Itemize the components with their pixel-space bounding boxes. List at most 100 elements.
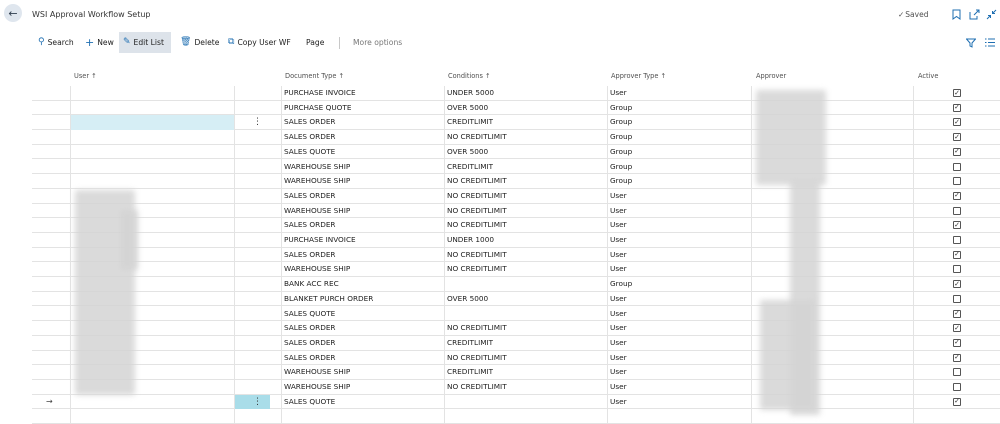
active-checkbox[interactable] [953, 177, 961, 186]
approver-type-cell[interactable]: User [610, 292, 627, 307]
list-view-icon[interactable] [985, 36, 995, 49]
table-row[interactable]: SALES QUOTE OVER 5000 Group ✓ [32, 145, 1000, 160]
active-checkbox[interactable]: ✓ [953, 397, 961, 406]
conditions-cell[interactable]: NO CREDITLIMIT [447, 262, 507, 277]
table-row[interactable]: ⋮ SALES ORDER CREDITLIMIT Group ✓ [32, 115, 1000, 131]
column-header-approver[interactable]: Approver [756, 72, 786, 80]
document-type-cell[interactable]: WAREHOUSE SHIP [284, 174, 350, 189]
approver-type-cell[interactable]: Group [610, 174, 632, 189]
approver-type-cell[interactable]: User [610, 321, 627, 336]
document-type-cell[interactable]: SALES ORDER [284, 218, 336, 233]
document-type-cell[interactable]: SALES QUOTE [284, 145, 335, 160]
approver-type-cell[interactable]: User [610, 189, 627, 204]
approver-type-cell[interactable]: User [610, 307, 627, 322]
conditions-cell[interactable]: NO CREDITLIMIT [447, 130, 507, 145]
approver-type-cell[interactable]: User [610, 365, 627, 380]
document-type-cell[interactable]: WAREHOUSE SHIP [284, 204, 350, 219]
approver-type-cell[interactable]: User [610, 233, 627, 248]
table-row[interactable]: WAREHOUSE SHIP CREDITLIMIT User [32, 365, 1000, 380]
document-type-cell[interactable]: PURCHASE INVOICE [284, 233, 356, 248]
approver-type-cell[interactable]: Group [610, 145, 632, 160]
active-checkbox[interactable] [953, 383, 961, 391]
approver-type-cell[interactable]: User [610, 395, 627, 410]
active-checkbox[interactable]: ✓ [953, 133, 961, 142]
document-type-cell[interactable]: SALES ORDER [284, 321, 336, 336]
approver-type-cell[interactable]: User [610, 380, 627, 395]
table-row[interactable]: SALES ORDER NO CREDITLIMIT User ✓ [32, 248, 1000, 263]
document-type-cell[interactable]: SALES ORDER [284, 130, 336, 145]
conditions-cell[interactable]: NO CREDITLIMIT [447, 204, 507, 219]
document-type-cell[interactable]: WAREHOUSE SHIP [284, 365, 350, 380]
empty-row[interactable] [32, 409, 1000, 424]
conditions-cell[interactable]: NO CREDITLIMIT [447, 351, 507, 366]
column-header-document-type[interactable]: Document Type ↑ [285, 72, 344, 80]
open-in-new-window-icon[interactable] [968, 8, 980, 20]
active-checkbox[interactable]: ✓ [953, 147, 961, 156]
active-checkbox[interactable]: ✓ [953, 309, 961, 318]
conditions-cell[interactable]: CREDITLIMIT [447, 160, 493, 175]
table-row[interactable]: SALES ORDER NO CREDITLIMIT Group ✓ [32, 130, 1000, 145]
column-header-conditions[interactable]: Conditions ↑ [448, 72, 491, 80]
column-header-active[interactable]: Active [918, 72, 938, 80]
approver-type-cell[interactable]: User [610, 86, 627, 101]
conditions-cell[interactable]: UNDER 5000 [447, 86, 494, 101]
active-checkbox[interactable] [953, 162, 961, 171]
bookmark-icon[interactable] [950, 8, 962, 20]
delete-button[interactable]: 🗑 Delete [176, 32, 223, 53]
table-row[interactable]: SALES ORDER NO CREDITLIMIT User ✓ [32, 351, 1000, 366]
active-checkbox[interactable]: ✓ [953, 280, 961, 289]
table-row[interactable]: SALES ORDER NO CREDITLIMIT User ✓ [32, 189, 1000, 204]
table-row[interactable]: SALES ORDER CREDITLIMIT User ✓ [32, 336, 1000, 351]
more-vertical-icon[interactable]: ⋮ [234, 395, 281, 410]
table-row[interactable]: SALES ORDER NO CREDITLIMIT User ✓ [32, 218, 1000, 233]
conditions-cell[interactable]: NO CREDITLIMIT [447, 189, 507, 204]
conditions-cell[interactable]: CREDITLIMIT [447, 115, 493, 130]
conditions-cell[interactable]: NO CREDITLIMIT [447, 218, 507, 233]
new-button[interactable]: + New [81, 32, 118, 53]
approver-type-cell[interactable]: Group [610, 160, 632, 175]
conditions-cell[interactable]: NO CREDITLIMIT [447, 248, 507, 263]
conditions-cell[interactable]: OVER 5000 [447, 145, 488, 160]
more-options-button[interactable]: More options [349, 32, 406, 53]
conditions-cell[interactable]: CREDITLIMIT [447, 336, 493, 351]
approver-type-cell[interactable]: Group [610, 277, 632, 292]
document-type-cell[interactable]: WAREHOUSE SHIP [284, 380, 350, 395]
document-type-cell[interactable]: SALES ORDER [284, 115, 336, 130]
active-checkbox[interactable] [953, 206, 961, 215]
active-checkbox[interactable] [953, 265, 961, 274]
active-checkbox[interactable] [953, 236, 961, 244]
table-row[interactable]: WAREHOUSE SHIP CREDITLIMIT Group [32, 160, 1000, 175]
active-checkbox[interactable] [953, 368, 961, 377]
table-row[interactable]: WAREHOUSE SHIP NO CREDITLIMIT User [32, 262, 1000, 278]
filter-icon[interactable] [966, 36, 976, 49]
document-type-cell[interactable]: SALES ORDER [284, 189, 336, 204]
back-button[interactable]: ← [4, 4, 22, 22]
conditions-cell[interactable]: NO CREDITLIMIT [447, 321, 507, 336]
active-checkbox[interactable]: ✓ [953, 191, 961, 200]
table-row[interactable]: SALES QUOTE User ✓ [32, 307, 1000, 322]
document-type-cell[interactable]: BLANKET PURCH ORDER [284, 292, 373, 307]
approver-type-cell[interactable]: Group [610, 101, 632, 116]
conditions-cell[interactable]: NO CREDITLIMIT [447, 174, 507, 189]
table-row[interactable]: PURCHASE QUOTE OVER 5000 Group ✓ [32, 101, 1000, 116]
approver-type-cell[interactable]: Group [610, 130, 632, 145]
active-checkbox[interactable]: ✓ [953, 89, 961, 97]
selected-user-cell[interactable] [71, 115, 234, 131]
approver-type-cell[interactable]: User [610, 336, 627, 351]
table-row[interactable]: BLANKET PURCH ORDER OVER 5000 User [32, 292, 1000, 307]
active-checkbox[interactable] [953, 294, 961, 303]
approver-type-cell[interactable]: User [610, 262, 627, 277]
document-type-cell[interactable]: PURCHASE INVOICE [284, 86, 356, 101]
edit-list-button[interactable]: ✎ Edit List [119, 32, 171, 53]
active-checkbox[interactable]: ✓ [953, 324, 961, 333]
conditions-cell[interactable]: OVER 5000 [447, 292, 488, 307]
table-row[interactable]: → ⋮ SALES QUOTE User ✓ [32, 394, 1000, 410]
approver-type-cell[interactable]: User [610, 248, 627, 263]
table-row[interactable]: WAREHOUSE SHIP NO CREDITLIMIT User [32, 204, 1000, 219]
document-type-cell[interactable]: BANK ACC REC [284, 277, 339, 292]
table-row[interactable]: PURCHASE INVOICE UNDER 1000 User [32, 233, 1000, 248]
copy-user-wf-button[interactable]: ⧉ Copy User WF [224, 32, 295, 53]
active-checkbox[interactable]: ✓ [953, 103, 961, 112]
table-row[interactable]: WAREHOUSE SHIP NO CREDITLIMIT Group [32, 174, 1000, 189]
document-type-cell[interactable]: SALES ORDER [284, 336, 336, 351]
